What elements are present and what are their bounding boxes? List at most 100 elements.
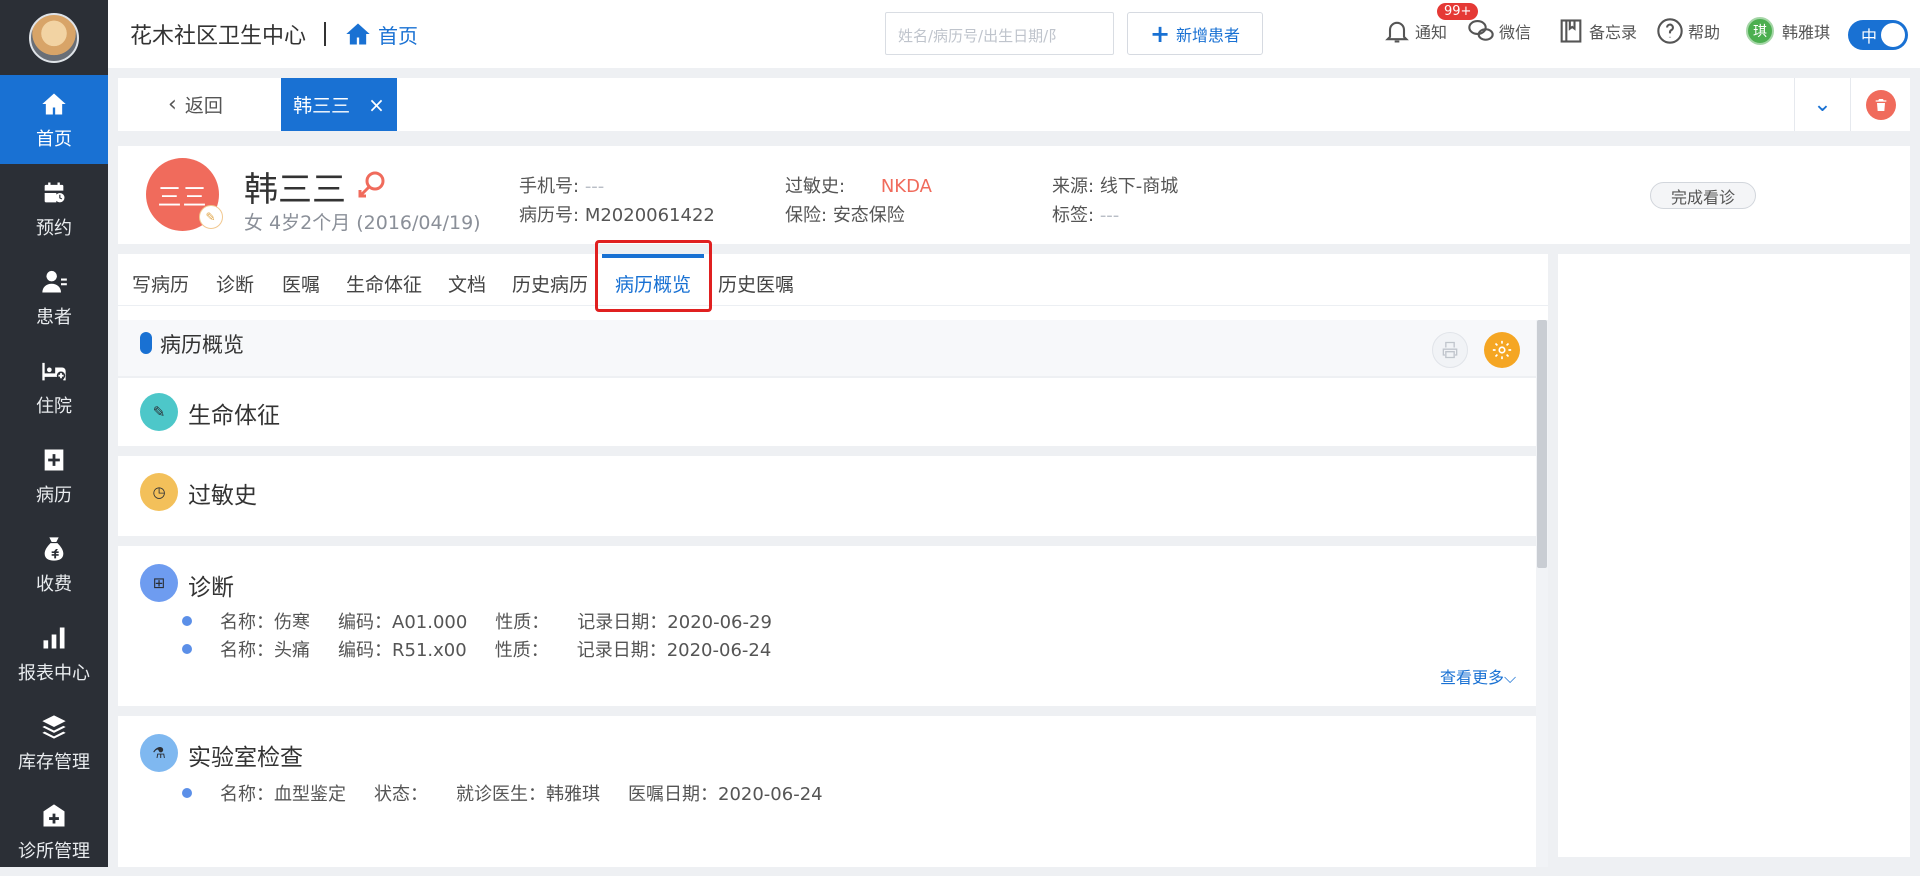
diagnosis-section: ⊞ 诊断 名称：伤寒 编码：A01.000 性质： 记录日期：2020-06-2…: [118, 546, 1536, 706]
lab-doctor: 就诊医生：韩雅琪: [456, 784, 600, 805]
language-label: 中: [1861, 27, 1878, 46]
bullet: [182, 644, 192, 654]
diag-date: 记录日期：2020-06-29: [577, 612, 772, 633]
close-icon[interactable]: ×: [368, 93, 385, 117]
tab-diagnosis[interactable]: 诊断: [216, 270, 254, 297]
sidebar-item-billing[interactable]: 收费: [0, 520, 108, 609]
record-label: 病历号:: [519, 205, 580, 226]
sidebar-item-label: 库存管理: [18, 751, 90, 773]
title-accent: [140, 332, 152, 354]
sidebar-item-records[interactable]: 病历: [0, 431, 108, 520]
layers-icon: [39, 712, 69, 742]
memo-button[interactable]: 备忘录: [1557, 17, 1637, 45]
search-input[interactable]: 姓名/病历号/出生日期/阝: [885, 12, 1114, 55]
sidebar-item-label: 患者: [36, 306, 72, 328]
lab-date: 医嘱日期：2020-06-24: [628, 784, 823, 805]
sidebar-item-patients[interactable]: 患者: [0, 253, 108, 342]
tab-strip: ‹ 返回 韩三三 × ⌄: [118, 78, 1910, 131]
diag-date: 记录日期：2020-06-24: [576, 640, 772, 661]
divider: [324, 22, 327, 46]
insurance-label: 保险:: [785, 205, 828, 226]
toggle-knob: [1881, 23, 1905, 47]
sidebar-item-reports[interactable]: 报表中心: [0, 609, 108, 698]
wechat-button[interactable]: 微信: [1467, 17, 1531, 45]
tab-history-records[interactable]: 历史病历: [512, 270, 588, 297]
tab-orders[interactable]: 医嘱: [282, 270, 320, 297]
flask-icon: ⚗: [140, 734, 178, 772]
record-info: 病历号: M2020061422: [519, 201, 715, 227]
chevron-left-icon: ‹: [168, 92, 177, 117]
scrollbar[interactable]: [1536, 320, 1548, 867]
language-toggle[interactable]: 中: [1848, 20, 1908, 50]
record-tabs: 写病历 诊断 医嘱 生命体征 文档 历史病历 病历概览 历史医嘱: [118, 240, 1548, 312]
sidebar-item-label: 病历: [36, 484, 72, 506]
tab-patient[interactable]: 韩三三 ×: [281, 78, 397, 131]
tab-documents[interactable]: 文档: [448, 270, 486, 297]
back-button[interactable]: ‹ 返回: [168, 78, 223, 131]
sidebar-item-label: 住院: [36, 395, 72, 417]
bell-icon: [1385, 21, 1409, 43]
gear-icon: [1492, 340, 1512, 360]
allergy-section: ◷ 过敏史: [118, 456, 1536, 536]
settings-button[interactable]: [1484, 332, 1520, 368]
insurance-info: 保险: 安态保险: [785, 201, 905, 227]
tab-write-record[interactable]: 写病历: [132, 270, 189, 297]
print-button[interactable]: [1432, 332, 1468, 368]
vitals-section: ✎ 生命体征: [118, 378, 1536, 446]
right-panel: [1558, 254, 1910, 857]
patient-icon: [39, 267, 69, 297]
sidebar: 首页 预约 患者 住院 病历 收费 报表中心 库存管理 诊所管理: [0, 0, 108, 867]
lab-status: 状态：: [374, 784, 428, 805]
avatar[interactable]: [29, 12, 79, 63]
sidebar-item-inpatient[interactable]: 住院: [0, 342, 108, 431]
back-label: 返回: [184, 95, 223, 117]
phone-value: ---: [584, 176, 605, 197]
sidebar-item-appointment[interactable]: 预约: [0, 164, 108, 253]
bullet: [182, 616, 192, 626]
tab-history-orders[interactable]: 历史医嘱: [718, 270, 794, 297]
money-bag-icon: [39, 534, 69, 564]
diagnosis-title: 诊断: [188, 575, 234, 601]
printer-icon: [1442, 341, 1458, 359]
delete-button[interactable]: [1850, 78, 1910, 131]
edit-icon[interactable]: ✎: [199, 205, 223, 229]
help-button[interactable]: 帮助: [1656, 17, 1720, 45]
view-more-link[interactable]: 查看更多⌵: [1440, 664, 1516, 688]
diag-code: 编码：A01.000: [338, 612, 468, 633]
allergy-title: 过敏史: [188, 483, 257, 509]
sidebar-item-inventory[interactable]: 库存管理: [0, 698, 108, 787]
scrollbar-thumb[interactable]: [1537, 320, 1547, 568]
notifications-button[interactable]: 通知: [1383, 17, 1447, 45]
sidebar-item-home[interactable]: 首页: [0, 75, 108, 164]
diag-nature: 性质：: [494, 640, 549, 661]
list-item: 名称：伤寒 编码：A01.000 性质： 记录日期：2020-06-29: [182, 608, 800, 634]
home-icon: [346, 23, 370, 45]
female-icon: [354, 168, 388, 206]
finish-visit-button[interactable]: 完成看诊: [1650, 182, 1756, 209]
add-patient-button[interactable]: + 新增患者: [1127, 12, 1263, 55]
add-patient-label: 新增患者: [1176, 25, 1241, 45]
lab-name: 名称：血型鉴定: [220, 784, 346, 805]
tag-label: 标签:: [1052, 205, 1095, 226]
stethoscope-icon: ✎: [140, 393, 178, 431]
home-link-label: 首页: [378, 23, 419, 48]
wechat-label: 微信: [1499, 23, 1532, 42]
help-icon: [1657, 18, 1683, 44]
highlight-box: [595, 240, 712, 312]
diag-nature: 性质：: [495, 612, 550, 633]
allergy-label: 过敏史:: [785, 176, 846, 197]
home-link[interactable]: 首页: [344, 20, 418, 49]
clinic-name: 花木社区卫生中心: [130, 24, 307, 49]
phone-info: 手机号: ---: [519, 172, 604, 198]
tag-info: 标签: ---: [1052, 201, 1119, 227]
clock-icon: ◷: [140, 473, 178, 511]
sidebar-item-label: 首页: [36, 128, 72, 150]
notebook-icon: [1560, 19, 1582, 43]
tab-vitals[interactable]: 生命体征: [346, 270, 422, 297]
collapse-tabs-button[interactable]: ⌄: [1794, 78, 1850, 131]
sidebar-item-clinic[interactable]: 诊所管理: [0, 787, 108, 876]
list-item: 名称：头痛 编码：R51.x00 性质： 记录日期：2020-06-24: [182, 636, 799, 662]
trash-icon: [1865, 89, 1896, 120]
user-menu[interactable]: 琪 韩雅琪: [1746, 17, 1830, 45]
notifications-label: 通知: [1415, 23, 1448, 42]
